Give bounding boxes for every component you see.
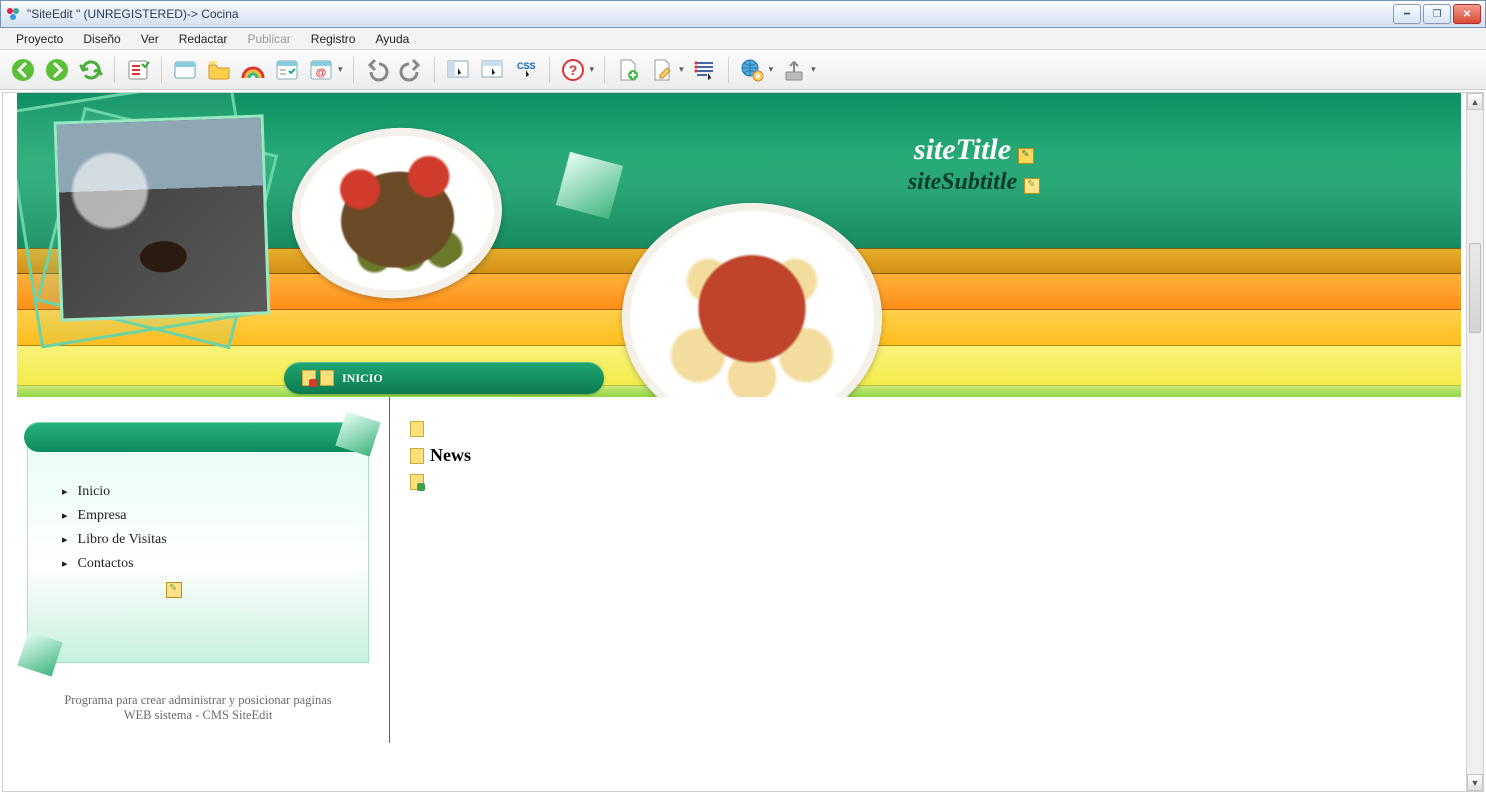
toolbar-separator xyxy=(114,57,115,83)
window-title: "SiteEdit " (UNREGISTERED)-> Cocina xyxy=(27,7,239,21)
nav-item-contactos[interactable]: Contactos xyxy=(62,552,348,576)
dropdown-arrow-icon[interactable]: ▾ xyxy=(679,64,684,75)
svg-text:CSS: CSS xyxy=(517,61,536,71)
nav-forward-icon[interactable] xyxy=(42,55,72,85)
edit-marker-icon[interactable] xyxy=(1024,178,1040,194)
toolbar-separator xyxy=(161,57,162,83)
sidebar-tagline: Programa para crear administrar y posici… xyxy=(27,663,369,733)
site-subtitle[interactable]: siteSubtitle xyxy=(908,169,1017,195)
site-title[interactable]: siteTitle xyxy=(914,133,1011,166)
edit-marker-icon[interactable] xyxy=(166,582,182,598)
menu-diseno[interactable]: Diseño xyxy=(75,30,128,48)
form-check-icon[interactable] xyxy=(272,55,302,85)
window-titlebar: "SiteEdit " (UNREGISTERED)-> Cocina ━ ❐ … xyxy=(0,0,1486,28)
page-preview[interactable]: siteTitle siteSubtitle INICIO xyxy=(17,93,1461,785)
site-header: siteTitle siteSubtitle INICIO xyxy=(17,93,1461,397)
cursor-frame-left-icon[interactable] xyxy=(443,55,473,85)
header-photo xyxy=(27,98,287,358)
nav-back-icon[interactable] xyxy=(8,55,38,85)
scroll-thumb[interactable] xyxy=(1469,243,1481,333)
refresh-icon[interactable] xyxy=(76,55,106,85)
app-icon xyxy=(5,6,21,22)
sidebar: Inicio Empresa Libro de Visitas Contacto… xyxy=(17,397,389,743)
toolbar-separator xyxy=(434,57,435,83)
globe-gear-icon[interactable] xyxy=(737,55,767,85)
menu-proyecto[interactable]: Proyecto xyxy=(8,30,71,48)
menu-redactar[interactable]: Redactar xyxy=(171,30,236,48)
menu-ver[interactable]: Ver xyxy=(133,30,167,48)
menu-registro[interactable]: Registro xyxy=(303,30,364,48)
toolbar-separator xyxy=(353,57,354,83)
page-icon xyxy=(320,370,334,386)
toolbar-separator xyxy=(604,57,605,83)
page-icon xyxy=(302,370,316,386)
menu-ayuda[interactable]: Ayuda xyxy=(367,30,417,48)
at-mail-icon[interactable]: @ xyxy=(306,55,336,85)
svg-text:?: ? xyxy=(568,62,577,78)
window-icon[interactable] xyxy=(170,55,200,85)
toolbar-separator xyxy=(549,57,550,83)
toolbar-separator xyxy=(728,57,729,83)
undo-icon[interactable] xyxy=(362,55,392,85)
sidebar-panel: Inicio Empresa Libro de Visitas Contacto… xyxy=(27,443,369,663)
redo-icon[interactable] xyxy=(396,55,426,85)
folder-open-icon[interactable] xyxy=(204,55,234,85)
svg-text:@: @ xyxy=(316,67,327,79)
block-icon[interactable] xyxy=(410,448,424,464)
maximize-button[interactable]: ❐ xyxy=(1423,4,1451,24)
menu-publicar: Publicar xyxy=(239,30,298,48)
dropdown-arrow-icon[interactable]: ▾ xyxy=(338,64,343,75)
block-add-icon[interactable] xyxy=(410,474,424,490)
rainbow-icon[interactable] xyxy=(238,55,268,85)
nav-item-empresa[interactable]: Empresa xyxy=(62,504,348,528)
toolbar: @ ▾ CSS ? ▾ ▾ ▾ ▾ xyxy=(0,50,1486,90)
list-cursor-icon[interactable] xyxy=(690,55,720,85)
design-canvas: siteTitle siteSubtitle INICIO xyxy=(2,92,1484,792)
page-add-icon[interactable] xyxy=(613,55,643,85)
nav-list: Inicio Empresa Libro de Visitas Contacto… xyxy=(62,480,348,576)
content-heading[interactable]: News xyxy=(430,445,471,466)
dropdown-arrow-icon[interactable]: ▾ xyxy=(769,64,774,75)
cursor-frame-right-icon[interactable] xyxy=(477,55,507,85)
page-edit-icon[interactable] xyxy=(647,55,677,85)
nav-item-inicio[interactable]: Inicio xyxy=(62,480,348,504)
upload-icon[interactable] xyxy=(779,55,809,85)
breadcrumb-label: INICIO xyxy=(342,371,383,386)
minimize-button[interactable]: ━ xyxy=(1393,4,1421,24)
css-cursor-icon[interactable]: CSS xyxy=(511,55,541,85)
content-area[interactable]: News xyxy=(389,397,1461,743)
help-icon[interactable]: ? xyxy=(558,55,588,85)
dropdown-arrow-icon[interactable]: ▾ xyxy=(590,64,595,75)
scroll-up-icon[interactable]: ▲ xyxy=(1467,93,1483,110)
vertical-scrollbar[interactable]: ▲ ▼ xyxy=(1466,93,1483,791)
dropdown-arrow-icon[interactable]: ▾ xyxy=(811,64,816,75)
scroll-down-icon[interactable]: ▼ xyxy=(1467,774,1483,791)
block-icon[interactable] xyxy=(410,421,424,437)
nav-item-libro[interactable]: Libro de Visitas xyxy=(62,528,348,552)
breadcrumb-pill[interactable]: INICIO xyxy=(284,362,604,394)
edit-marker-icon[interactable] xyxy=(1018,148,1034,164)
menu-bar: Proyecto Diseño Ver Redactar Publicar Re… xyxy=(0,28,1486,50)
checklist-icon[interactable] xyxy=(123,55,153,85)
close-button[interactable]: ✕ xyxy=(1453,4,1481,24)
